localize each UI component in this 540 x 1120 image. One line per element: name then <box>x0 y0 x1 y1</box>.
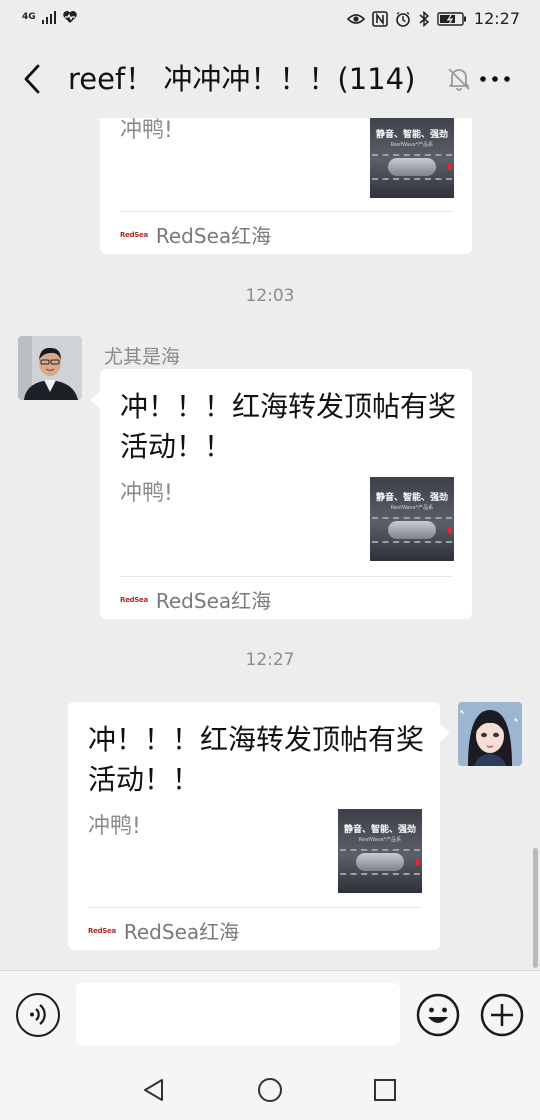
alarm-icon <box>396 11 410 27</box>
bubble-tail <box>440 724 450 742</box>
status-left: 4G <box>22 10 78 24</box>
card-thumbnail: 静音、智能、强劲 ReefWave*产品系 <box>370 477 454 561</box>
thumbnail-text: 静音、智能、强劲 <box>375 493 448 503</box>
chat-title: reef！ 冲冲冲！！！(114) <box>68 62 416 96</box>
link-card-message[interactable]: 冲鸭! 静音、智能、强劲 ReefWave*产品系 RedSea RedSea红… <box>100 118 472 254</box>
thumbnail-subtext: ReefWave*产品系 <box>390 142 434 148</box>
avatar[interactable] <box>458 702 522 766</box>
source-name: RedSea红海 <box>123 920 240 944</box>
message-input[interactable] <box>76 983 400 1045</box>
voice-icon <box>30 1004 46 1025</box>
more-horizontal-icon[interactable] <box>478 66 512 92</box>
thumbnail-subtext: ReefWave*产品系 <box>390 505 434 511</box>
person-photo-icon <box>18 336 82 400</box>
triangle-back-icon[interactable] <box>140 1076 168 1104</box>
status-bar: 4G 12:27 <box>0 0 540 40</box>
card-source: RedSea RedSea红海 <box>88 916 239 945</box>
nfc-icon <box>372 10 388 27</box>
source-name: RedSea红海 <box>155 224 272 248</box>
sender-name: 尤其是海 <box>104 346 181 368</box>
heart-rate-icon <box>63 11 77 23</box>
thumbnail-text: 静音、智能、强劲 <box>375 130 448 140</box>
card-source: RedSea RedSea红海 <box>120 220 271 249</box>
thumbnail-subtext: ReefWave*产品系 <box>358 837 402 843</box>
card-thumbnail: 静音、智能、强劲 ReefWave*产品系 <box>370 118 454 198</box>
chat-header: reef！ 冲冲冲！！！(114) <box>0 40 540 118</box>
divider <box>88 907 420 908</box>
source-name: RedSea红海 <box>155 589 272 613</box>
card-source: RedSea RedSea红海 <box>120 585 271 614</box>
card-description: 冲鸭! <box>120 118 173 143</box>
avatar[interactable] <box>18 336 82 400</box>
plus-circle-icon[interactable] <box>480 993 524 1037</box>
redsea-logo: RedSea <box>120 595 148 604</box>
anime-avatar-icon <box>458 702 522 766</box>
circle-home-icon[interactable] <box>256 1076 284 1104</box>
link-card-message[interactable]: 冲！！！红海转发顶帖有奖活动！！ 冲鸭! 静音、智能、强劲 ReefWave*产… <box>100 369 472 619</box>
signal-icon <box>41 10 57 24</box>
status-right: 12:27 <box>346 9 520 28</box>
voice-button[interactable] <box>16 993 60 1037</box>
redsea-logo: RedSea <box>120 230 148 239</box>
eye-icon <box>346 13 365 24</box>
divider <box>120 211 452 212</box>
system-nav-bar <box>0 1060 540 1120</box>
chevron-left-icon[interactable] <box>18 62 48 96</box>
chat-message-list[interactable]: 冲鸭! 静音、智能、强劲 ReefWave*产品系 RedSea RedSea红… <box>0 118 540 970</box>
square-recent-icon[interactable] <box>371 1076 399 1104</box>
link-card-message[interactable]: 冲！！！红海转发顶帖有奖活动！！ 冲鸭! 静音、智能、强劲 ReefWave*产… <box>68 702 440 950</box>
timestamp: 12:03 <box>245 286 295 306</box>
card-thumbnail: 静音、智能、强劲 ReefWave*产品系 <box>338 809 422 893</box>
status-time: 12:27 <box>473 9 520 28</box>
scrollbar[interactable] <box>533 848 538 968</box>
input-bar <box>0 970 540 1060</box>
bubble-tail <box>90 391 100 409</box>
card-description: 冲鸭! <box>120 481 173 506</box>
bell-off-icon <box>448 68 470 91</box>
card-title: 冲！！！红海转发顶帖有奖活动！！ <box>120 390 457 463</box>
emoji-icon[interactable] <box>416 993 460 1037</box>
timestamp: 12:27 <box>245 650 295 670</box>
battery-icon <box>437 11 466 26</box>
redsea-logo: RedSea <box>88 926 116 935</box>
network-type: 4G <box>22 11 36 22</box>
card-title: 冲！！！红海转发顶帖有奖活动！！ <box>88 723 425 796</box>
bluetooth-icon <box>419 10 430 27</box>
card-description: 冲鸭! <box>88 814 141 839</box>
divider <box>120 576 452 577</box>
thumbnail-text: 静音、智能、强劲 <box>343 825 416 835</box>
